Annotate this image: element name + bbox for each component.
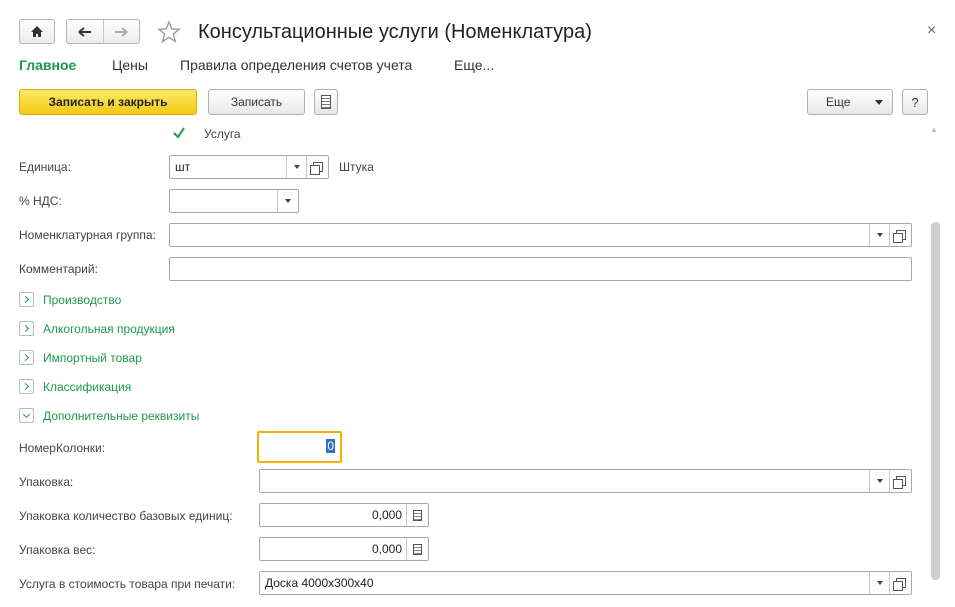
vat-field[interactable] xyxy=(169,189,299,213)
service-checkbox-label: Услуга xyxy=(204,127,241,141)
chevron-down-icon xyxy=(19,408,34,423)
section-classification[interactable]: Классификация xyxy=(19,379,131,394)
section-label: Алкогольная продукция xyxy=(43,321,175,336)
vat-label: % НДС: xyxy=(19,194,62,208)
calculator-icon xyxy=(413,543,422,555)
package-field[interactable] xyxy=(259,469,912,493)
more-label: Еще xyxy=(826,95,851,109)
unit-name: Штука xyxy=(339,160,374,174)
close-icon[interactable]: × xyxy=(927,22,936,40)
unit-value: шт xyxy=(175,160,191,174)
section-import[interactable]: Импортный товар xyxy=(19,350,142,365)
unit-open-button[interactable] xyxy=(306,156,328,178)
tab-prices[interactable]: Цены xyxy=(112,57,148,73)
calculator-icon xyxy=(413,509,422,521)
service-checkbox[interactable] xyxy=(171,125,187,141)
pkg-qty-value: 0,000 xyxy=(371,508,402,522)
checkmark-icon xyxy=(173,127,185,139)
service-print-open-button[interactable] xyxy=(889,572,911,594)
group-field[interactable] xyxy=(169,223,912,247)
pkg-qty-label: Упаковка количество базовых единиц: xyxy=(19,509,233,523)
document-list-icon xyxy=(321,95,331,109)
calculator-button[interactable] xyxy=(406,504,428,526)
chevron-down-icon xyxy=(875,100,883,105)
vat-dropdown-button[interactable] xyxy=(277,190,297,212)
save-button[interactable]: Записать xyxy=(208,89,305,115)
tab-main[interactable]: Главное xyxy=(19,57,76,73)
home-button[interactable] xyxy=(19,19,55,44)
section-extra-attributes[interactable]: Дополнительные реквизиты xyxy=(19,408,199,423)
forward-button[interactable] xyxy=(104,20,140,43)
chevron-right-icon xyxy=(19,292,34,307)
tab-account-rules[interactable]: Правила определения счетов учета xyxy=(180,57,412,73)
save-and-close-button[interactable]: Записать и закрыть xyxy=(19,89,197,115)
service-print-dropdown-button[interactable] xyxy=(869,572,889,594)
section-label: Классификация xyxy=(43,379,132,394)
calculator-button[interactable] xyxy=(406,538,428,560)
column-no-field[interactable]: 0 xyxy=(257,431,342,463)
open-form-icon xyxy=(892,230,906,243)
section-label: Дополнительные реквизиты xyxy=(43,408,200,423)
group-open-button[interactable] xyxy=(889,224,911,246)
arrow-right-icon xyxy=(115,26,128,37)
pkg-weight-field[interactable]: 0,000 xyxy=(259,537,429,561)
unit-label: Единица: xyxy=(19,160,71,174)
scroll-up-icon[interactable]: ▴ xyxy=(932,126,940,134)
chevron-right-icon xyxy=(19,321,34,336)
open-form-icon xyxy=(309,162,323,175)
arrow-left-icon xyxy=(78,26,91,37)
home-icon xyxy=(31,26,43,37)
comment-label: Комментарий: xyxy=(19,262,98,276)
group-dropdown-button[interactable] xyxy=(869,224,889,246)
page-title: Консультационные услуги (Номенклатура) xyxy=(198,21,592,43)
tab-more[interactable]: Еще... xyxy=(454,57,494,73)
pkg-qty-field[interactable]: 0,000 xyxy=(259,503,429,527)
package-dropdown-button[interactable] xyxy=(869,470,889,492)
unit-field[interactable]: шт xyxy=(169,155,329,179)
section-label: Производство xyxy=(43,292,122,307)
history-nav xyxy=(66,19,140,44)
column-no-value: 0 xyxy=(326,439,335,453)
section-alcohol[interactable]: Алкогольная продукция xyxy=(19,321,175,336)
section-production[interactable]: Производство xyxy=(19,292,121,307)
pkg-weight-value: 0,000 xyxy=(371,542,402,556)
pkg-weight-label: Упаковка вес: xyxy=(19,543,96,557)
group-label: Номенклатурная группа: xyxy=(19,228,156,242)
more-dropdown-button[interactable]: Еще xyxy=(807,89,893,115)
chevron-right-icon xyxy=(19,379,34,394)
column-no-label: НомерКолонки: xyxy=(19,441,106,455)
chevron-right-icon xyxy=(19,350,34,365)
section-label: Импортный товар xyxy=(43,350,142,365)
service-print-label: Услуга в стоимость товара при печати: xyxy=(19,577,236,591)
service-print-value: Доска 4000х300х40 xyxy=(265,576,374,590)
service-print-field[interactable]: Доска 4000х300х40 xyxy=(259,571,912,595)
help-button[interactable]: ? xyxy=(902,89,928,115)
back-button[interactable] xyxy=(67,20,104,43)
vertical-scrollbar[interactable] xyxy=(931,222,940,580)
open-form-icon xyxy=(892,476,906,489)
list-button[interactable] xyxy=(314,89,338,115)
unit-dropdown-button[interactable] xyxy=(286,156,306,178)
favorite-star-icon[interactable] xyxy=(157,20,181,47)
package-open-button[interactable] xyxy=(889,470,911,492)
open-form-icon xyxy=(892,578,906,591)
comment-field[interactable] xyxy=(169,257,912,281)
package-label: Упаковка: xyxy=(19,475,74,489)
